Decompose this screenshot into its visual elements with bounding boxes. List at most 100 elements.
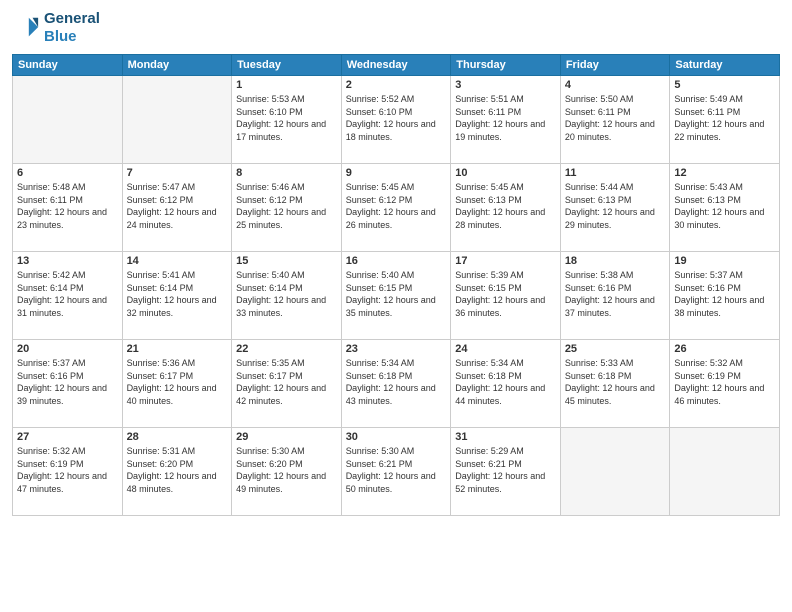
weekday-wednesday: Wednesday: [341, 55, 451, 76]
calendar-cell: 7 Sunrise: 5:47 AM Sunset: 6:12 PM Daylig…: [122, 164, 232, 252]
calendar-cell: 9 Sunrise: 5:45 AM Sunset: 6:12 PM Daylig…: [341, 164, 451, 252]
day-number: 7: [127, 167, 228, 179]
day-info: Sunrise: 5:32 AM Sunset: 6:19 PM Dayligh…: [17, 445, 118, 495]
day-info: Sunrise: 5:30 AM Sunset: 6:21 PM Dayligh…: [346, 445, 447, 495]
calendar-cell: 24Sunrise: 5:34 AM Sunset: 6:18 PM Dayli…: [451, 340, 561, 428]
day-info: Sunrise: 5:33 AM Sunset: 6:18 PM Dayligh…: [565, 357, 666, 407]
calendar-cell: 12 Sunrise: 5:43 AM Sunset: 6:13 PM Dayli…: [670, 164, 780, 252]
day-info: Sunrise: 5:35 AM Sunset: 6:17 PM Dayligh…: [236, 357, 337, 407]
day-info: Sunrise: 5:46 AM Sunset: 6:12 PM Dayligh…: [236, 181, 337, 231]
calendar-cell: 13 Sunrise: 5:42 AM Sunset: 6:14 PM Dayli…: [13, 252, 123, 340]
day-info: Sunrise: 5:32 AM Sunset: 6:19 PM Dayligh…: [674, 357, 775, 407]
calendar-cell: 6Sunrise: 5:48 AM Sunset: 6:11 PM Daylig…: [13, 164, 123, 252]
day-number: 26: [674, 343, 775, 355]
calendar-cell: [122, 76, 232, 164]
week-row-2: 13 Sunrise: 5:42 AM Sunset: 6:14 PM Dayli…: [13, 252, 780, 340]
day-number: 31: [455, 431, 556, 443]
calendar-cell: 15 Sunrise: 5:40 AM Sunset: 6:14 PM Dayli…: [232, 252, 342, 340]
calendar-cell: 10 Sunrise: 5:45 AM Sunset: 6:13 PM Dayli…: [451, 164, 561, 252]
day-info: Sunrise: 5:41 AM Sunset: 6:14 PM Dayligh…: [127, 269, 228, 319]
day-info: Sunrise: 5:43 AM Sunset: 6:13 PM Dayligh…: [674, 181, 775, 231]
day-info: Sunrise: 5:53 AM Sunset: 6:10 PM Dayligh…: [236, 93, 337, 143]
calendar-cell: 3 Sunrise: 5:51 AM Sunset: 6:11 PM Daylig…: [451, 76, 561, 164]
calendar-cell: 8 Sunrise: 5:46 AM Sunset: 6:12 PM Daylig…: [232, 164, 342, 252]
day-number: 10: [455, 167, 556, 179]
calendar-cell: 29Sunrise: 5:30 AM Sunset: 6:20 PM Dayli…: [232, 428, 342, 516]
calendar-cell: 30 Sunrise: 5:30 AM Sunset: 6:21 PM Dayli…: [341, 428, 451, 516]
day-number: 17: [455, 255, 556, 267]
day-info: Sunrise: 5:37 AM Sunset: 6:16 PM Dayligh…: [17, 357, 118, 407]
day-number: 13: [17, 255, 118, 267]
day-info: Sunrise: 5:49 AM Sunset: 6:11 PM Dayligh…: [674, 93, 775, 143]
header: General Blue: [12, 10, 780, 46]
day-number: 9: [346, 167, 447, 179]
calendar-cell: [13, 76, 123, 164]
weekday-header-row: SundayMondayTuesdayWednesdayThursdayFrid…: [13, 55, 780, 76]
day-info: Sunrise: 5:52 AM Sunset: 6:10 PM Dayligh…: [346, 93, 447, 143]
day-info: Sunrise: 5:48 AM Sunset: 6:11 PM Dayligh…: [17, 181, 118, 231]
day-info: Sunrise: 5:38 AM Sunset: 6:16 PM Dayligh…: [565, 269, 666, 319]
day-number: 20: [17, 343, 118, 355]
calendar-cell: 5 Sunrise: 5:49 AM Sunset: 6:11 PM Daylig…: [670, 76, 780, 164]
day-number: 25: [565, 343, 666, 355]
day-number: 27: [17, 431, 118, 443]
day-info: Sunrise: 5:45 AM Sunset: 6:13 PM Dayligh…: [455, 181, 556, 231]
day-info: Sunrise: 5:50 AM Sunset: 6:11 PM Dayligh…: [565, 93, 666, 143]
calendar-cell: 31Sunrise: 5:29 AM Sunset: 6:21 PM Dayli…: [451, 428, 561, 516]
calendar-cell: 23Sunrise: 5:34 AM Sunset: 6:18 PM Dayli…: [341, 340, 451, 428]
day-info: Sunrise: 5:40 AM Sunset: 6:14 PM Dayligh…: [236, 269, 337, 319]
weekday-tuesday: Tuesday: [232, 55, 342, 76]
calendar-cell: 28Sunrise: 5:31 AM Sunset: 6:20 PM Dayli…: [122, 428, 232, 516]
day-number: 18: [565, 255, 666, 267]
calendar-cell: 4 Sunrise: 5:50 AM Sunset: 6:11 PM Daylig…: [560, 76, 670, 164]
day-number: 12: [674, 167, 775, 179]
day-info: Sunrise: 5:44 AM Sunset: 6:13 PM Dayligh…: [565, 181, 666, 231]
day-number: 2: [346, 79, 447, 91]
weekday-friday: Friday: [560, 55, 670, 76]
day-info: Sunrise: 5:30 AM Sunset: 6:20 PM Dayligh…: [236, 445, 337, 495]
day-number: 8: [236, 167, 337, 179]
day-number: 1: [236, 79, 337, 91]
day-number: 14: [127, 255, 228, 267]
calendar-cell: 22Sunrise: 5:35 AM Sunset: 6:17 PM Dayli…: [232, 340, 342, 428]
week-row-3: 20 Sunrise: 5:37 AM Sunset: 6:16 PM Dayli…: [13, 340, 780, 428]
calendar-cell: 17Sunrise: 5:39 AM Sunset: 6:15 PM Dayli…: [451, 252, 561, 340]
day-number: 19: [674, 255, 775, 267]
calendar-cell: 16Sunrise: 5:40 AM Sunset: 6:15 PM Dayli…: [341, 252, 451, 340]
day-info: Sunrise: 5:37 AM Sunset: 6:16 PM Dayligh…: [674, 269, 775, 319]
weekday-saturday: Saturday: [670, 55, 780, 76]
day-number: 5: [674, 79, 775, 91]
day-number: 28: [127, 431, 228, 443]
logo-text: General Blue: [44, 10, 100, 46]
weekday-sunday: Sunday: [13, 55, 123, 76]
day-number: 3: [455, 79, 556, 91]
calendar-cell: 25 Sunrise: 5:33 AM Sunset: 6:18 PM Dayli…: [560, 340, 670, 428]
day-number: 23: [346, 343, 447, 355]
calendar-cell: 14 Sunrise: 5:41 AM Sunset: 6:14 PM Dayli…: [122, 252, 232, 340]
day-number: 11: [565, 167, 666, 179]
day-info: Sunrise: 5:42 AM Sunset: 6:14 PM Dayligh…: [17, 269, 118, 319]
day-number: 4: [565, 79, 666, 91]
week-row-4: 27 Sunrise: 5:32 AM Sunset: 6:19 PM Dayli…: [13, 428, 780, 516]
calendar-body: 1 Sunrise: 5:53 AM Sunset: 6:10 PM Daylig…: [13, 76, 780, 516]
day-number: 15: [236, 255, 337, 267]
day-number: 24: [455, 343, 556, 355]
calendar-cell: 18 Sunrise: 5:38 AM Sunset: 6:16 PM Dayli…: [560, 252, 670, 340]
calendar: SundayMondayTuesdayWednesdayThursdayFrid…: [12, 54, 780, 516]
day-info: Sunrise: 5:45 AM Sunset: 6:12 PM Dayligh…: [346, 181, 447, 231]
day-number: 30: [346, 431, 447, 443]
logo-icon: [12, 14, 40, 42]
calendar-cell: 26 Sunrise: 5:32 AM Sunset: 6:19 PM Dayli…: [670, 340, 780, 428]
calendar-cell: 11 Sunrise: 5:44 AM Sunset: 6:13 PM Dayli…: [560, 164, 670, 252]
calendar-cell: 27 Sunrise: 5:32 AM Sunset: 6:19 PM Dayli…: [13, 428, 123, 516]
day-info: Sunrise: 5:47 AM Sunset: 6:12 PM Dayligh…: [127, 181, 228, 231]
calendar-cell: [670, 428, 780, 516]
day-info: Sunrise: 5:51 AM Sunset: 6:11 PM Dayligh…: [455, 93, 556, 143]
day-info: Sunrise: 5:40 AM Sunset: 6:15 PM Dayligh…: [346, 269, 447, 319]
day-number: 21: [127, 343, 228, 355]
day-info: Sunrise: 5:36 AM Sunset: 6:17 PM Dayligh…: [127, 357, 228, 407]
page: General Blue SundayMondayTuesdayWednesda…: [0, 0, 792, 612]
calendar-cell: 21 Sunrise: 5:36 AM Sunset: 6:17 PM Dayli…: [122, 340, 232, 428]
logo: General Blue: [12, 10, 100, 46]
week-row-1: 6Sunrise: 5:48 AM Sunset: 6:11 PM Daylig…: [13, 164, 780, 252]
